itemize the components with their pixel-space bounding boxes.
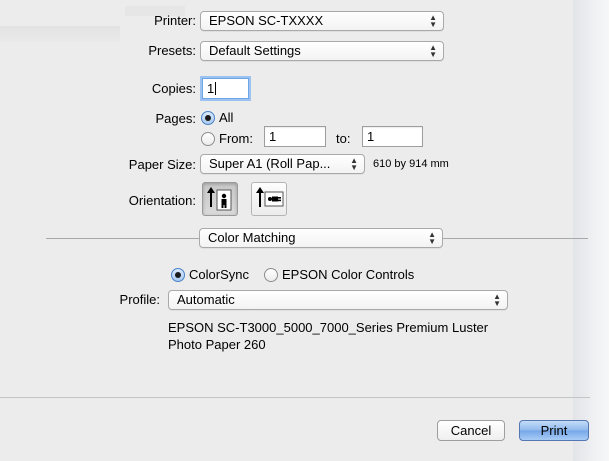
profile-popup[interactable]: Automatic ▲ ▼ [168, 290, 508, 310]
presets-label: Presets: [148, 43, 196, 58]
profile-value: Automatic [177, 292, 235, 307]
profile-description-line1: EPSON SC-T3000_5000_7000_Series Premium … [168, 320, 489, 335]
copies-label: Copies: [151, 81, 196, 96]
profile-label: Profile: [119, 292, 160, 307]
pages-from-label: From: [219, 131, 253, 146]
section-divider-right [443, 238, 588, 239]
paper-size-value: Super A1 (Roll Pap... [209, 156, 331, 171]
background-window [573, 0, 609, 461]
cancel-button[interactable]: Cancel [437, 420, 505, 441]
orientation-portrait-button[interactable] [202, 182, 238, 216]
profile-description-line2: Photo Paper 260 [168, 337, 266, 352]
paper-size-label: Paper Size: [128, 157, 196, 172]
text-caret [215, 82, 217, 95]
landscape-icon [256, 187, 284, 207]
pages-all-radio[interactable] [201, 111, 215, 125]
colorsync-radio[interactable] [171, 268, 185, 282]
orientation-landscape-button[interactable] [251, 182, 287, 216]
popup-arrows-icon: ▲ ▼ [429, 13, 437, 29]
paper-dimensions: 610 by 914 mm [373, 158, 449, 170]
pages-to-input[interactable]: 1 [362, 126, 423, 147]
section-divider-left [46, 238, 200, 239]
popup-arrows-icon: ▲ ▼ [350, 156, 358, 172]
pages-to-label: to: [336, 131, 351, 146]
popup-arrows-icon: ▲ ▼ [429, 43, 437, 59]
printer-label: Printer: [154, 13, 196, 28]
presets-value: Default Settings [209, 43, 301, 58]
epson-color-controls-label: EPSON Color Controls [282, 267, 415, 282]
epson-color-controls-radio[interactable] [264, 268, 278, 282]
pages-from-input[interactable]: 1 [264, 126, 326, 147]
popup-arrows-icon: ▲ ▼ [428, 230, 436, 246]
copies-input[interactable]: 1 [202, 78, 249, 99]
portrait-icon [207, 187, 232, 211]
footer-separator [0, 397, 590, 398]
colorsync-label: ColorSync [189, 267, 249, 282]
print-button[interactable]: Print [519, 420, 589, 441]
pages-from-radio[interactable] [201, 132, 215, 146]
section-value: Color Matching [208, 230, 296, 245]
background-toolbar [0, 26, 120, 42]
printer-value: EPSON SC-TXXXX [209, 13, 324, 28]
pages-label: Pages: [155, 111, 196, 126]
popup-arrows-icon: ▲ ▼ [493, 292, 501, 308]
presets-popup[interactable]: Default Settings ▲ ▼ [200, 41, 444, 61]
copies-value: 1 [207, 81, 215, 96]
orientation-label: Orientation: [128, 193, 196, 208]
printer-popup[interactable]: EPSON SC-TXXXX ▲ ▼ [200, 11, 444, 31]
pages-all-label: All [219, 110, 234, 125]
paper-size-popup[interactable]: Super A1 (Roll Pap... ▲ ▼ [200, 154, 365, 174]
section-popup[interactable]: Color Matching ▲ ▼ [199, 228, 443, 248]
